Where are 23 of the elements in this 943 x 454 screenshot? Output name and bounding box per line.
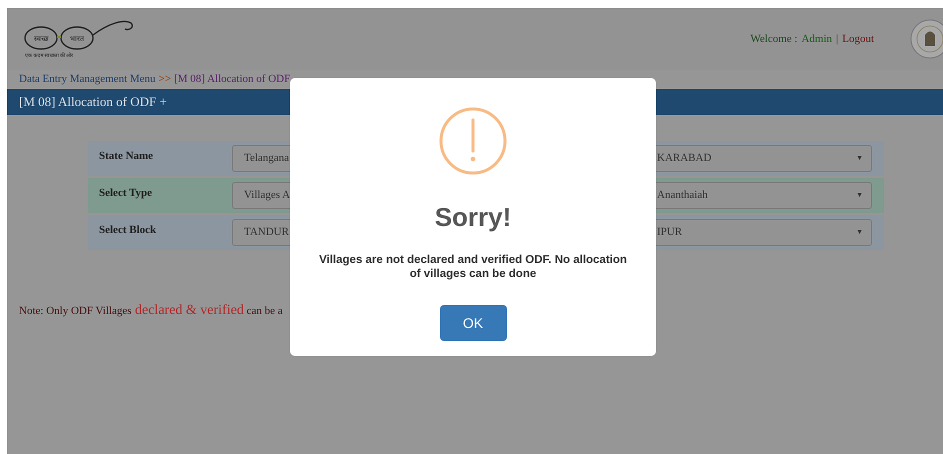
separator-text: | xyxy=(836,32,838,47)
logout-link[interactable]: Logout xyxy=(842,30,874,48)
emblem-icon xyxy=(908,18,943,60)
select-field[interactable]: Telangana xyxy=(232,145,290,172)
breadcrumb-link[interactable]: Data Entry Management Menu xyxy=(19,71,156,88)
field-label: Select Type xyxy=(98,186,154,201)
dialog-title: Sorry! xyxy=(434,204,512,230)
note-text: Note: Only ODF Villages declared & verified can be a xyxy=(18,302,284,320)
breadcrumb-current: [M 08] Allocation of ODF xyxy=(174,72,290,88)
select-value: KARABAD xyxy=(657,151,712,166)
page-title: [M 08] Allocation of ODF + xyxy=(19,93,167,112)
breadcrumb-separator: >> xyxy=(158,72,172,88)
welcome-label: Welcome : xyxy=(750,32,798,47)
select-field[interactable]: TANDUR xyxy=(232,219,290,246)
select-value: Ananthaiah xyxy=(657,188,708,204)
warning-icon xyxy=(439,107,507,175)
select-field[interactable]: Villages A xyxy=(232,182,290,209)
dialog-message: Villages are not declared and verified ODF. No allocation of villages can be done xyxy=(318,253,628,281)
field-label: State Name xyxy=(98,149,154,164)
select-value: IPUR xyxy=(657,225,682,240)
user-link[interactable]: Admin xyxy=(801,30,832,48)
ok-button[interactable]: OK xyxy=(440,305,506,341)
field-label: Select Block xyxy=(98,223,158,238)
